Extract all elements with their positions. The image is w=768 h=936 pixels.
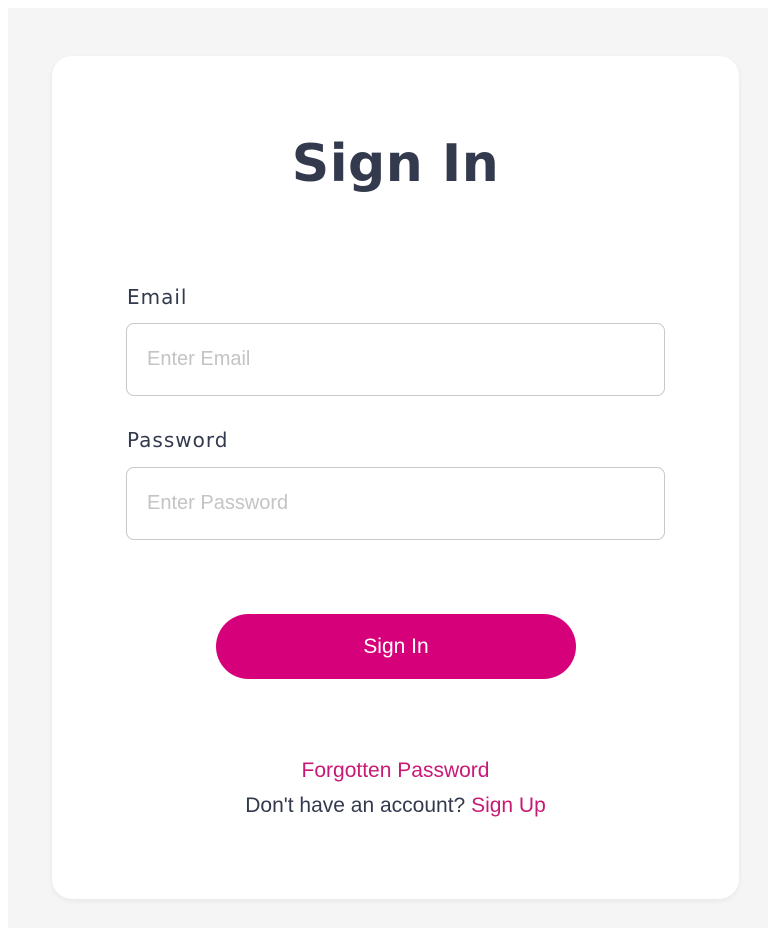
signup-prompt: Don't have an account? Sign Up: [52, 793, 739, 819]
email-input[interactable]: [127, 324, 664, 395]
password-label: Password: [127, 428, 229, 452]
sign-in-button[interactable]: Sign In: [216, 614, 576, 679]
forgot-password-link[interactable]: Forgotten Password: [52, 758, 739, 784]
email-field[interactable]: [126, 323, 665, 396]
page-title: Sign In: [291, 134, 500, 194]
password-field[interactable]: [126, 467, 665, 540]
email-label-text: Email: [127, 285, 188, 309]
password-input[interactable]: [127, 468, 664, 539]
sign-up-link[interactable]: Sign Up: [471, 794, 546, 817]
no-account-text: Don't have an account?: [245, 794, 472, 817]
